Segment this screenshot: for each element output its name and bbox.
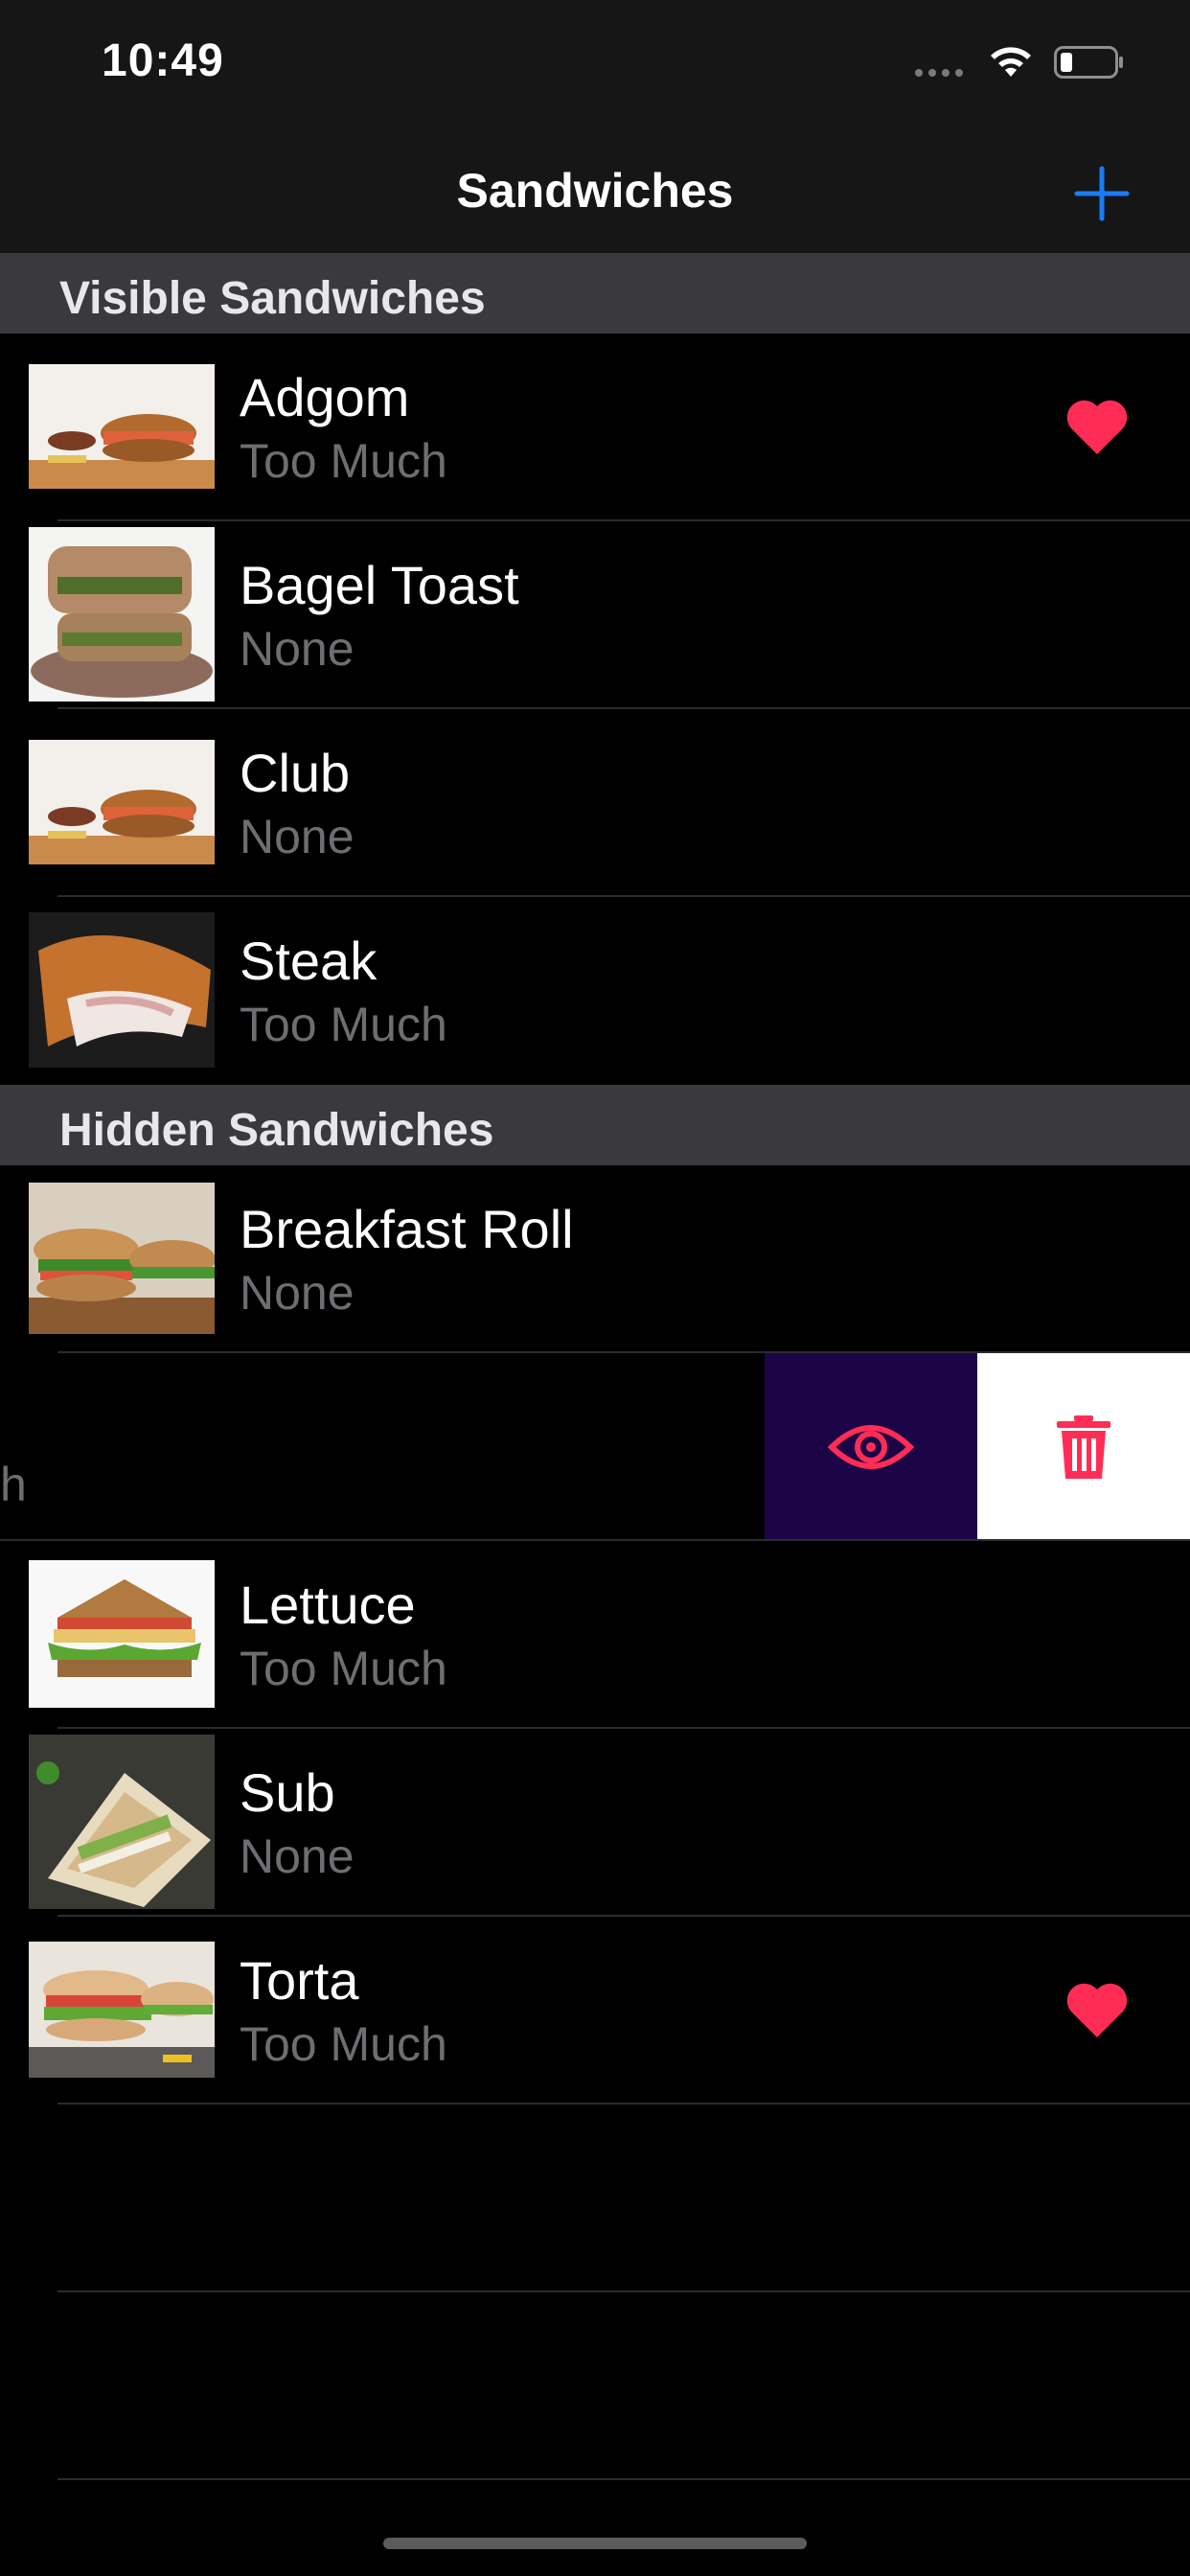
item-subtitle: None: [240, 622, 355, 676]
unhide-action-button[interactable]: [765, 1353, 977, 1541]
list-item-lettuce[interactable]: Lettuce Too Much: [0, 1541, 1190, 1729]
status-bar: 10:49: [0, 0, 1190, 126]
item-name: Sub: [240, 1762, 335, 1823]
empty-row-separator: [57, 2478, 1190, 2480]
wifi-icon: [991, 47, 1031, 77]
item-name: Steak: [240, 931, 378, 991]
list-item-swiped[interactable]: h: [0, 1353, 1190, 1541]
item-subtitle: None: [240, 810, 355, 863]
section-header-hidden: Hidden Sandwiches: [0, 1085, 1190, 1165]
navigation-bar: Sandwiches: [0, 126, 1190, 254]
delete-action-button[interactable]: [977, 1353, 1190, 1541]
sandwich-thumbnail: [29, 1560, 215, 1708]
add-sandwich-button[interactable]: [1073, 165, 1131, 222]
list-item-club[interactable]: Club None: [0, 709, 1190, 897]
eye-icon: [828, 1425, 914, 1469]
item-subtitle: None: [240, 1266, 355, 1320]
sandwich-thumbnail: [29, 527, 215, 702]
app-screen: 10:49 Sandwiches Visible Sandwiches Adgo…: [0, 0, 1190, 2576]
item-subtitle: None: [240, 1829, 355, 1883]
section-title: Hidden Sandwiches: [59, 1105, 494, 1156]
signal-dots-icon: [915, 69, 963, 77]
sandwich-thumbnail: [29, 1183, 215, 1334]
item-subtitle: Too Much: [240, 434, 447, 488]
list-item-torta[interactable]: Torta Too Much: [0, 1917, 1190, 2104]
home-indicator[interactable]: [383, 2538, 807, 2549]
list-item-bagel-toast[interactable]: Bagel Toast None: [0, 521, 1190, 709]
item-name: Lettuce: [240, 1575, 416, 1635]
page-title: Sandwiches: [456, 164, 734, 218]
empty-row-separator: [57, 2290, 1190, 2292]
list-item-breakfast-roll[interactable]: Breakfast Roll None: [0, 1165, 1190, 1353]
sandwich-thumbnail: [29, 1735, 215, 1909]
sandwich-thumbnail: [29, 364, 215, 489]
item-name: Adgom: [240, 367, 410, 427]
list-item-steak[interactable]: Steak Too Much: [0, 897, 1190, 1085]
item-subtitle: Too Much: [240, 2017, 447, 2071]
sandwich-thumbnail: [29, 912, 215, 1068]
favorite-heart-icon: [1066, 400, 1128, 454]
trash-icon: [1057, 1415, 1110, 1479]
section-title: Visible Sandwiches: [59, 273, 486, 324]
item-subtitle-partial: h: [0, 1458, 27, 1511]
status-time: 10:49: [102, 35, 224, 86]
favorite-heart-icon: [1066, 1983, 1128, 2037]
section-header-visible: Visible Sandwiches: [0, 253, 1190, 334]
list-item-sub[interactable]: Sub None: [0, 1729, 1190, 1917]
sandwich-thumbnail: [29, 740, 215, 864]
battery-icon: [1054, 46, 1123, 79]
item-name: Club: [240, 743, 351, 803]
item-subtitle: Too Much: [240, 1642, 447, 1695]
list-item-adgom[interactable]: Adgom Too Much: [0, 334, 1190, 521]
sandwich-thumbnail: [29, 1942, 215, 2078]
item-name: Breakfast Roll: [240, 1199, 574, 1259]
item-name: Bagel Toast: [240, 555, 519, 615]
item-subtitle: Too Much: [240, 998, 447, 1051]
item-name: Torta: [240, 1950, 359, 2011]
